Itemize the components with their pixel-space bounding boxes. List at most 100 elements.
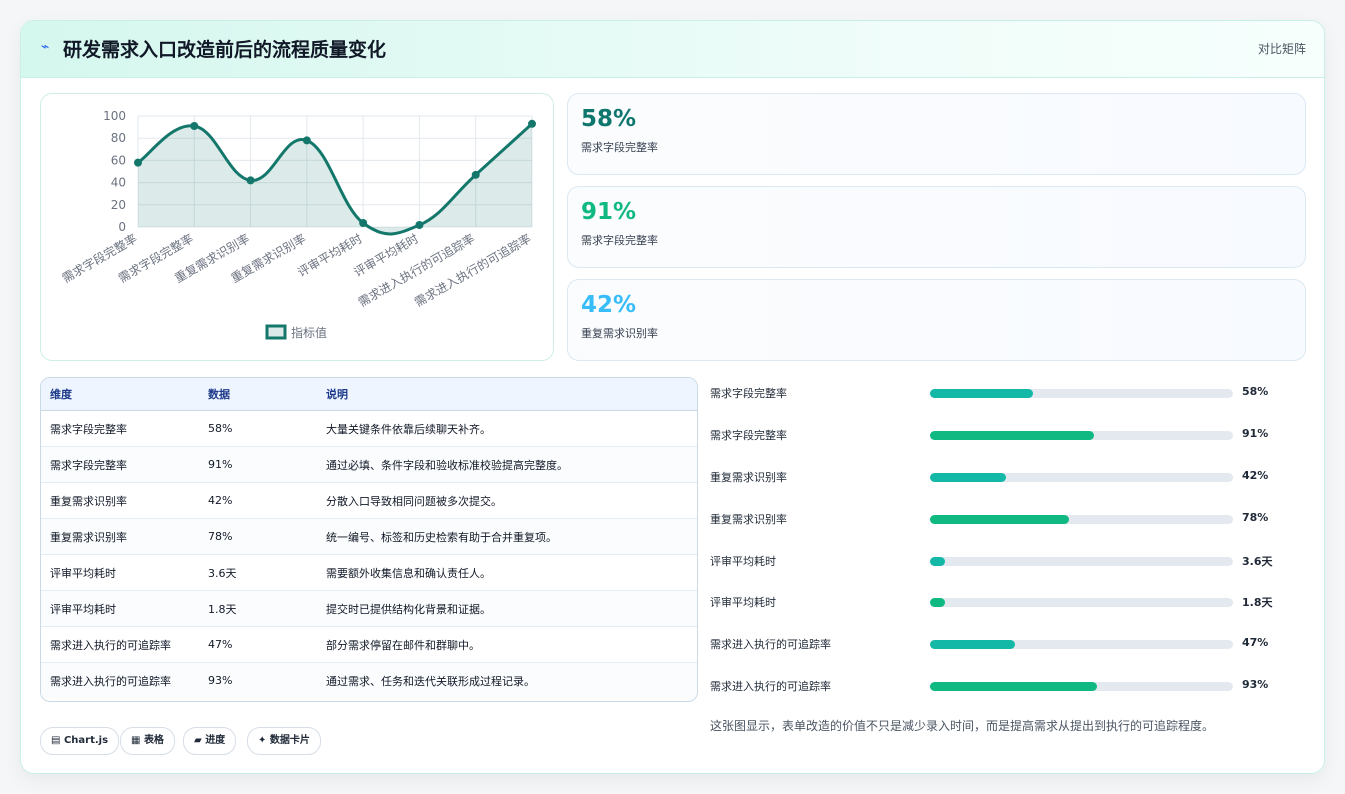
y-tick-label: 40 bbox=[111, 176, 126, 190]
table-row[interactable]: 需求字段完整率 91% 通过必填、条件字段和验收标准校验提高完整度。 bbox=[41, 446, 697, 483]
progress-label: 需求进入执行的可追踪率 bbox=[710, 638, 831, 651]
lightning-icon: ⌁ bbox=[41, 39, 50, 55]
line-chart: 020406080100需求字段完整率需求字段完整率重复需求识别率重复需求识别率… bbox=[59, 109, 536, 340]
cell-description: 大量关键条件依靠后续聊天补齐。 bbox=[317, 410, 697, 447]
cell-dimension: 需求进入执行的可追踪率 bbox=[41, 662, 199, 698]
cell-description: 通过必填、条件字段和验收标准校验提高完整度。 bbox=[317, 446, 697, 483]
table-icon: ▦ bbox=[131, 735, 141, 746]
progress-fill bbox=[930, 473, 1006, 482]
col-header-description[interactable]: 说明 bbox=[317, 378, 697, 411]
progress-value: 3.6天 bbox=[1242, 555, 1273, 568]
table-row[interactable]: 评审平均耗时 1.8天 提交时已提供结构化背景和证据。 bbox=[41, 590, 697, 627]
cell-data: 3.6天 bbox=[199, 554, 317, 591]
stat-card-2: 91% 需求字段完整率 bbox=[567, 186, 1306, 268]
progress-track bbox=[930, 598, 1233, 607]
table-row[interactable]: 重复需求识别率 42% 分散入口导致相同问题被多次提交。 bbox=[41, 482, 697, 519]
table-row[interactable]: 需求进入执行的可追踪率 93% 通过需求、任务和迭代关联形成过程记录。 bbox=[41, 662, 697, 698]
progress-row: 需求进入执行的可追踪率 47% bbox=[710, 634, 1300, 654]
progress-fill bbox=[930, 557, 946, 566]
chip-table[interactable]: ▦ 表格 bbox=[120, 727, 175, 755]
data-point bbox=[471, 170, 480, 179]
stat-value: 91% bbox=[581, 199, 637, 225]
chip-label: 数据卡片 bbox=[269, 735, 310, 746]
progress-label: 需求进入执行的可追踪率 bbox=[710, 680, 831, 693]
progress-track bbox=[930, 515, 1233, 524]
chip-progress[interactable]: ▰ 进度 bbox=[183, 727, 237, 755]
line-chart-panel: 0 20 40 60 80 100 需求字段完整率 需求字段完整率 重复需求识别率 重复需求识别率… bbox=[40, 93, 554, 361]
progress-fill bbox=[930, 598, 946, 607]
stat-label: 需求字段完整率 bbox=[581, 234, 658, 247]
stat-label: 需求字段完整率 bbox=[581, 141, 658, 154]
progress-fill bbox=[930, 682, 1097, 691]
stat-card-3: 42% 重复需求识别率 bbox=[567, 279, 1306, 361]
cell-dimension: 需求进入执行的可追踪率 bbox=[41, 626, 199, 663]
data-table: 维度 数据 说明 需求字段完整率 58% 大量关键条件依靠后续聊天补齐。 需求字段完… bbox=[41, 378, 697, 698]
cell-dimension: 需求字段完整率 bbox=[41, 446, 199, 483]
chip-label: 表格 bbox=[143, 735, 164, 746]
progress-value: 91% bbox=[1242, 427, 1269, 440]
progress-label: 评审平均耗时 bbox=[710, 555, 776, 568]
legend-label: 指标值 bbox=[291, 325, 327, 340]
cell-data: 42% bbox=[199, 482, 317, 519]
data-point bbox=[190, 121, 199, 130]
progress-row: 评审平均耗时 3.6天 bbox=[710, 551, 1300, 571]
cell-data: 93% bbox=[199, 662, 317, 698]
data-point bbox=[246, 176, 255, 185]
col-header-dimension[interactable]: 维度 bbox=[41, 378, 199, 411]
cell-description: 提交时已提供结构化背景和证据。 bbox=[317, 590, 697, 627]
cell-dimension: 需求字段完整率 bbox=[41, 410, 199, 447]
table-header-row: 维度 数据 说明 bbox=[41, 378, 697, 411]
progress-track bbox=[930, 389, 1233, 398]
cell-dimension: 重复需求识别率 bbox=[41, 518, 199, 555]
cell-dimension: 评审平均耗时 bbox=[41, 590, 199, 627]
progress-value: 1.8天 bbox=[1242, 596, 1273, 609]
table-row[interactable]: 评审平均耗时 3.6天 需要额外收集信息和确认责任人。 bbox=[41, 554, 697, 591]
view-tag[interactable]: 对比矩阵 bbox=[1258, 40, 1306, 57]
cell-description: 需要额外收集信息和确认责任人。 bbox=[317, 554, 697, 591]
cell-dimension: 重复需求识别率 bbox=[41, 482, 199, 519]
cell-description: 部分需求停留在邮件和群聊中。 bbox=[317, 626, 697, 663]
progress-track bbox=[930, 473, 1233, 482]
progress-value: 93% bbox=[1242, 678, 1269, 691]
y-tick-label: 80 bbox=[111, 131, 126, 145]
cell-dimension: 评审平均耗时 bbox=[41, 554, 199, 591]
cell-data: 78% bbox=[199, 518, 317, 555]
progress-row: 重复需求识别率 78% bbox=[710, 509, 1300, 529]
progress-row: 重复需求识别率 42% bbox=[710, 467, 1300, 487]
data-table-panel: 维度 数据 说明 需求字段完整率 58% 大量关键条件依靠后续聊天补齐。 需求字段完… bbox=[40, 377, 698, 702]
chart-icon: ▤ bbox=[51, 735, 61, 746]
chip-chartjs[interactable]: ▤ Chart.js bbox=[40, 727, 120, 755]
stat-value: 58% bbox=[581, 106, 637, 132]
table-row[interactable]: 重复需求识别率 78% 统一编号、标签和历史检索有助于合并重复项。 bbox=[41, 518, 697, 555]
progress-track bbox=[930, 431, 1233, 440]
folder-icon: ▰ bbox=[194, 735, 202, 746]
dashboard-card: ⌁ 研发需求入口改造前后的流程质量变化 对比矩阵 0 20 40 60 80 100 需求字… bbox=[20, 20, 1325, 774]
progress-fill bbox=[930, 515, 1070, 524]
progress-value: 78% bbox=[1242, 511, 1269, 524]
progress-track bbox=[930, 640, 1233, 649]
progress-value: 47% bbox=[1242, 636, 1269, 649]
progress-row: 需求进入执行的可追踪率 93% bbox=[710, 676, 1300, 696]
header-bar: ⌁ 研发需求入口改造前后的流程质量变化 对比矩阵 bbox=[21, 21, 1324, 78]
y-tick-label: 100 bbox=[103, 109, 126, 123]
y-tick-label: 20 bbox=[111, 198, 126, 212]
col-header-data[interactable]: 数据 bbox=[199, 378, 317, 411]
table-row[interactable]: 需求进入执行的可追踪率 47% 部分需求停留在邮件和群聊中。 bbox=[41, 626, 697, 663]
progress-label: 需求字段完整率 bbox=[710, 429, 787, 442]
progress-value: 42% bbox=[1242, 469, 1269, 482]
cell-data: 47% bbox=[199, 626, 317, 663]
progress-row: 需求字段完整率 58% bbox=[710, 383, 1300, 403]
stat-value: 42% bbox=[581, 292, 637, 318]
chip-data-cards[interactable]: ✦ 数据卡片 bbox=[247, 727, 321, 755]
table-row[interactable]: 需求字段完整率 58% 大量关键条件依靠后续聊天补齐。 bbox=[41, 410, 697, 447]
y-tick-label: 60 bbox=[111, 153, 126, 167]
progress-fill bbox=[930, 640, 1015, 649]
page-title: 研发需求入口改造前后的流程质量变化 bbox=[63, 39, 387, 61]
stat-card-1: 58% 需求字段完整率 bbox=[567, 93, 1306, 175]
data-point bbox=[528, 119, 536, 128]
cell-data: 91% bbox=[199, 446, 317, 483]
progress-track bbox=[930, 557, 1233, 566]
data-point bbox=[302, 136, 311, 145]
summary-note: 这张图显示，表单改造的价值不只是减少录入时间，而是提高需求从提出到执行的可追踪程… bbox=[710, 719, 1215, 733]
progress-value: 58% bbox=[1242, 385, 1269, 398]
